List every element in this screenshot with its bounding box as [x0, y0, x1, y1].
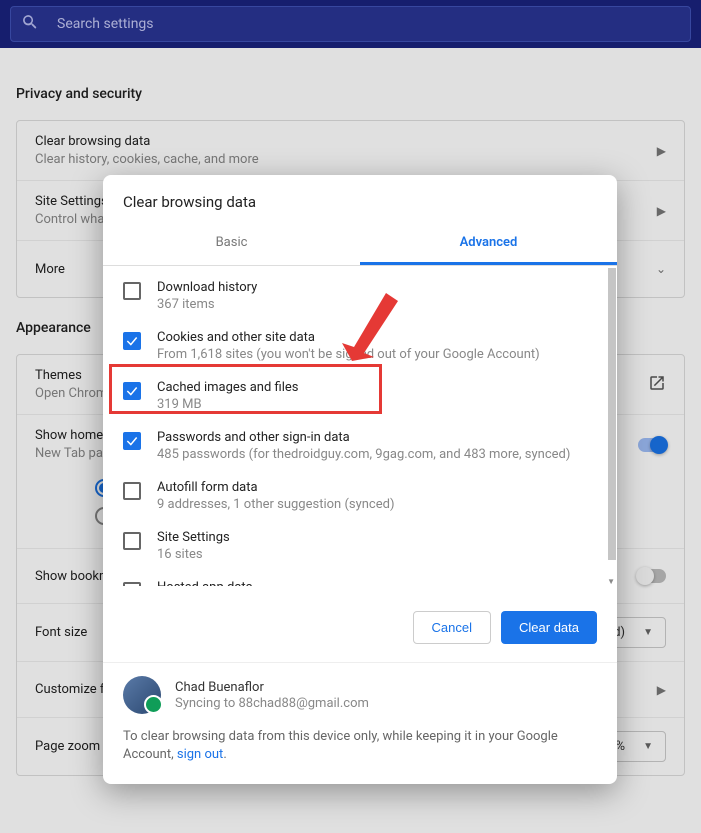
- scroll-down-icon[interactable]: ▼: [607, 577, 615, 586]
- chevron-down-icon: ⌄: [656, 262, 666, 276]
- account-info: Chad Buenaflor Syncing to 88chad88@gmail…: [103, 662, 617, 714]
- dialog-note: To clear browsing data from this device …: [103, 714, 617, 784]
- row-label: Font size: [35, 625, 87, 640]
- dropdown-icon: ▼: [643, 741, 653, 752]
- clear-browsing-data-dialog: Clear browsing data Basic Advanced ▲ ▼ D…: [103, 175, 617, 784]
- search-settings-input[interactable]: Search settings: [10, 6, 691, 42]
- open-external-icon: [648, 374, 666, 396]
- avatar: [123, 676, 161, 714]
- checkbox[interactable]: [123, 282, 141, 300]
- row-clear-browsing-data[interactable]: Clear browsing data Clear history, cooki…: [17, 121, 684, 181]
- row-sub: Clear history, cookies, cache, and more: [35, 152, 259, 167]
- checkbox-item[interactable]: Cached images and files 319 MB: [117, 372, 603, 422]
- bookmarks-toggle[interactable]: [638, 569, 666, 583]
- checkbox-label: Site Settings: [157, 530, 230, 545]
- checkbox-label: Autofill form data: [157, 480, 395, 495]
- chevron-right-icon: ▶: [657, 683, 666, 697]
- dropdown-icon: ▼: [643, 627, 653, 638]
- account-sync-status: Syncing to 88chad88@gmail.com: [175, 696, 369, 711]
- privacy-section-title: Privacy and security: [16, 86, 685, 102]
- checkbox-sub: 485 passwords (for thedroidguy.com, 9gag…: [157, 447, 570, 462]
- cancel-button[interactable]: Cancel: [413, 611, 491, 644]
- checkbox-label: Passwords and other sign-in data: [157, 430, 570, 445]
- dialog-footer: Cancel Clear data: [103, 586, 617, 662]
- chevron-right-icon: ▶: [657, 204, 666, 218]
- search-header: Search settings: [0, 0, 701, 48]
- checkbox[interactable]: [123, 382, 141, 400]
- sign-out-link[interactable]: sign out: [177, 747, 223, 762]
- checkbox-label: Cookies and other site data: [157, 330, 540, 345]
- checkbox-item[interactable]: Hosted app data: [117, 572, 603, 586]
- chevron-right-icon: ▶: [657, 144, 666, 158]
- account-name: Chad Buenaflor: [175, 680, 369, 695]
- dialog-tabs: Basic Advanced: [103, 223, 617, 266]
- dialog-body: ▲ ▼ Download history367 itemsCookies and…: [103, 266, 617, 586]
- clear-data-button[interactable]: Clear data: [501, 611, 597, 644]
- checkbox-sub: 319 MB: [157, 397, 298, 412]
- scrollbar-thumb[interactable]: [608, 268, 616, 560]
- checkbox-sub: 9 addresses, 1 other suggestion (synced): [157, 497, 395, 512]
- checkbox-item[interactable]: Site Settings 16 sites: [117, 522, 603, 572]
- checkbox-item[interactable]: Cookies and other site data From 1,618 si…: [117, 322, 603, 372]
- checkbox-label: Cached images and files: [157, 380, 298, 395]
- checkbox[interactable]: [123, 582, 141, 586]
- checkbox-sub: From 1,618 sites (you won't be signed ou…: [157, 347, 540, 362]
- row-label: More: [35, 262, 65, 277]
- row-label: Page zoom: [35, 739, 100, 754]
- checkbox-label: Download history: [157, 280, 257, 295]
- tab-basic[interactable]: Basic: [103, 223, 360, 265]
- tab-advanced[interactable]: Advanced: [360, 223, 617, 265]
- checkbox-item[interactable]: Autofill form data 9 addresses, 1 other s…: [117, 472, 603, 522]
- checkbox[interactable]: [123, 482, 141, 500]
- checkbox-list[interactable]: Download history 367 items Cookies and oth…: [117, 272, 611, 586]
- checkbox-label: Hosted app data: [157, 580, 253, 586]
- note-text-end: .: [223, 747, 226, 762]
- search-icon: [21, 13, 57, 35]
- checkbox-item[interactable]: Download history 367 items: [117, 272, 603, 322]
- home-button-toggle[interactable]: [638, 438, 666, 452]
- checkbox-item[interactable]: Passwords and other sign-in data 485 pass…: [117, 422, 603, 472]
- checkbox[interactable]: [123, 332, 141, 350]
- checkbox[interactable]: [123, 532, 141, 550]
- checkbox-sub: 367 items: [157, 297, 257, 312]
- search-placeholder: Search settings: [57, 16, 154, 32]
- row-label: Clear browsing data: [35, 134, 259, 149]
- checkbox[interactable]: [123, 432, 141, 450]
- dialog-title: Clear browsing data: [103, 175, 617, 223]
- checkbox-sub: 16 sites: [157, 547, 230, 562]
